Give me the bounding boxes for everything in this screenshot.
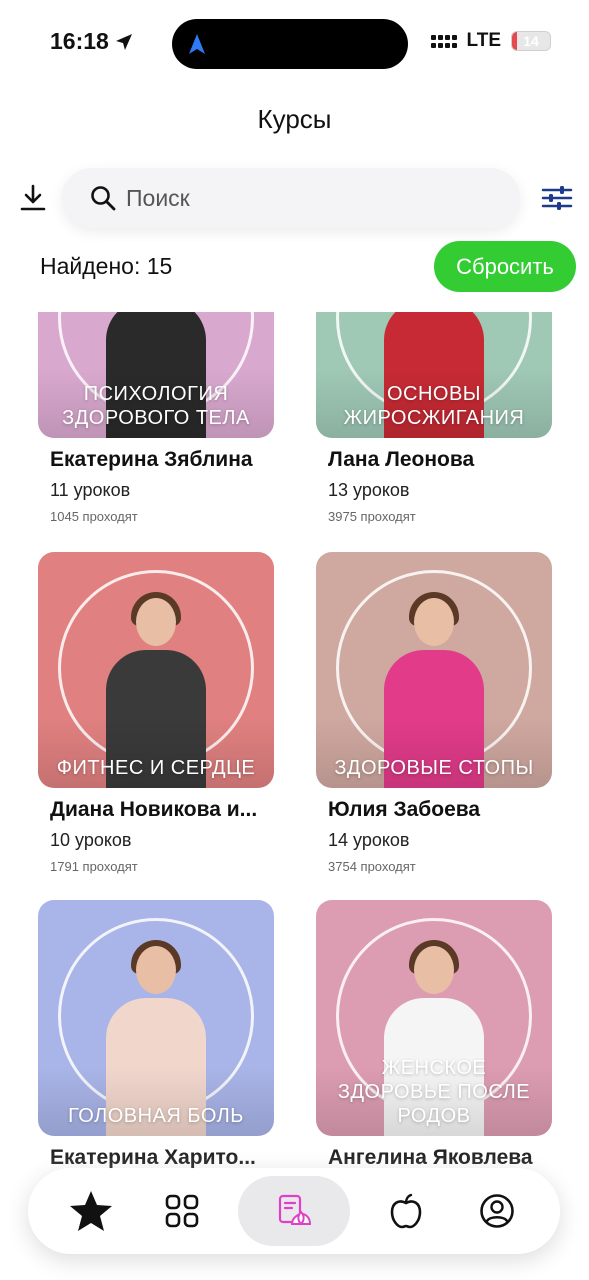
search-icon [91, 186, 116, 211]
reset-filters-button[interactable]: Сбросить [434, 241, 576, 292]
status-indicators: LTE 14 [430, 30, 551, 52]
signal-icon [430, 34, 457, 48]
tab-favorites[interactable] [56, 1176, 126, 1246]
course-lessons: 14 уроков [328, 830, 410, 850]
results-count: Найдено: 15 [40, 253, 173, 279]
page-title: Курсы [257, 104, 332, 134]
grid-icon [165, 1194, 199, 1228]
course-lessons: 11 уроков [50, 480, 131, 500]
battery-icon: 14 [511, 31, 551, 51]
tab-nutrition[interactable] [371, 1176, 441, 1246]
course-cover-image: ЖЕНСКОЕ ЗДОРОВЬЕ ПОСЛЕ РОДОВ [316, 900, 552, 1136]
search-input[interactable] [126, 184, 466, 212]
apple-icon [390, 1193, 422, 1229]
status-bar: 16:18 LTE 14 [0, 0, 589, 88]
battery-level: 14 [523, 33, 539, 49]
download-icon[interactable] [18, 183, 48, 213]
course-card[interactable]: ЗДОРОВЫЕ СТОПЫ Юлия Забоева 14 уроков 3754 … [316, 552, 552, 874]
course-author: Екатерина Харито... [50, 1146, 256, 1169]
search-bar[interactable] [62, 168, 520, 228]
course-lessons: 13 уроков [328, 480, 410, 500]
course-card[interactable]: ОСНОВЫ ЖИРОСЖИГАНИЯ Лана Леонова 13 уроков… [316, 312, 552, 524]
navigation-arrow-icon [189, 34, 205, 54]
course-cover-title: ЗДОРОВЫЕ СТОПЫ [334, 757, 534, 779]
star-icon [70, 1191, 112, 1231]
course-students: 1045 проходят [50, 509, 138, 524]
course-students: 1791 проходят [50, 859, 138, 874]
course-card[interactable]: ПСИХОЛОГИЯ ЗДОРОВОГО ТЕЛА Екатерина Зябли… [38, 312, 274, 524]
course-students: 3754 проходят [328, 859, 416, 874]
status-time: 16:18 [50, 28, 134, 55]
course-author: Ангелина Яковлева [328, 1146, 533, 1169]
course-cover-image: ОСНОВЫ ЖИРОСЖИГАНИЯ [316, 312, 552, 438]
tab-profile[interactable] [462, 1176, 532, 1246]
course-cover-image: ПСИХОЛОГИЯ ЗДОРОВОГО ТЕЛА [38, 312, 274, 438]
course-cover-image: ФИТНЕС И СЕРДЦЕ [38, 552, 274, 788]
course-cover-image: ЗДОРОВЫЕ СТОПЫ [316, 552, 552, 788]
dynamic-island [172, 19, 408, 69]
tab-courses[interactable] [238, 1176, 350, 1246]
course-cover-title: ГОЛОВНАЯ БОЛЬ [68, 1105, 244, 1127]
course-card[interactable]: ЖЕНСКОЕ ЗДОРОВЬЕ ПОСЛЕ РОДОВ Ангелина Яко… [316, 900, 552, 1178]
course-lessons: 10 уроков [50, 830, 132, 850]
course-cover-title: ЖЕНСКОЕ ЗДОРОВЬЕ ПОСЛЕ РОДОВ [337, 1057, 531, 1127]
location-arrow-icon [115, 33, 132, 50]
course-card[interactable]: ФИТНЕС И СЕРДЦЕ Диана Новикова и... 10 уро… [38, 552, 274, 874]
course-cover-title: ФИТНЕС И СЕРДЦЕ [56, 757, 256, 779]
tab-catalog[interactable] [147, 1176, 217, 1246]
course-cover-title: ПСИХОЛОГИЯ ЗДОРОВОГО ТЕЛА [62, 383, 250, 429]
filter-sliders-icon[interactable] [540, 184, 574, 212]
course-students: 3975 проходят [328, 509, 416, 524]
course-author: Лана Леонова [328, 448, 475, 471]
course-cover-title: ОСНОВЫ ЖИРОСЖИГАНИЯ [343, 383, 525, 429]
network-type: LTE [466, 30, 501, 51]
course-grid: ПСИХОЛОГИЯ ЗДОРОВОГО ТЕЛА Екатерина Зябли… [0, 312, 589, 1280]
status-time-text: 16:18 [50, 28, 109, 54]
course-card[interactable]: ГОЛОВНАЯ БОЛЬ Екатерина Харито... [38, 900, 274, 1178]
tab-bar [28, 1168, 560, 1254]
courses-lotus-icon [278, 1194, 312, 1226]
course-cover-image: ГОЛОВНАЯ БОЛЬ [38, 900, 274, 1136]
profile-icon [480, 1194, 514, 1228]
course-author: Юлия Забоева [328, 798, 481, 821]
course-author: Екатерина Зяблина [50, 448, 253, 471]
course-author: Диана Новикова и... [50, 798, 258, 821]
